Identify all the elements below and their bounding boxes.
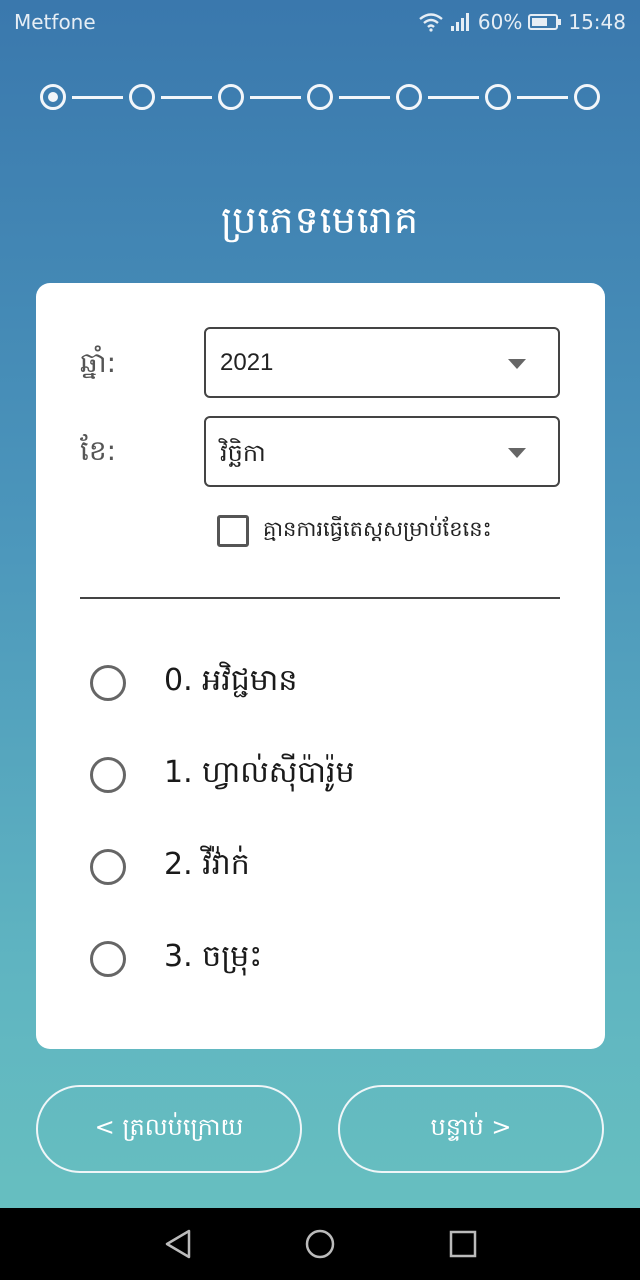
wifi-icon xyxy=(418,12,444,32)
status-bar: Metfone 60% 15:48 xyxy=(0,0,640,46)
year-label: ឆ្នាំ: xyxy=(80,346,117,379)
step-connector xyxy=(339,95,390,99)
option-label[interactable]: 2. វីវ៉ាក់ xyxy=(164,845,250,889)
option-mixed[interactable]: 3. ចម្រុះ xyxy=(90,937,262,981)
step-7-indicator xyxy=(574,84,600,110)
step-1-indicator xyxy=(40,84,66,110)
dropdown-arrow-icon xyxy=(508,359,526,369)
option-falciparum[interactable]: 1. ហ្វាល់ស៊ីប៉ារ៉ូម xyxy=(90,753,355,797)
page-title: ប្រភេទមេរោគ xyxy=(220,198,420,242)
form-card: ឆ្នាំ: 2021 ខែ: វិច្ឆិកា គ្មានការធ្វើតេស… xyxy=(36,283,605,1049)
step-4-indicator xyxy=(307,84,333,110)
home-circle-icon[interactable] xyxy=(304,1228,336,1264)
dropdown-arrow-icon xyxy=(508,448,526,458)
month-label: ខែ: xyxy=(80,434,117,467)
step-2-indicator xyxy=(129,84,155,110)
progress-stepper xyxy=(40,84,600,110)
no-test-checkbox[interactable] xyxy=(217,515,249,547)
no-test-checkbox-row[interactable]: គ្មានការធ្វើតេស្តសម្រាប់ខែនេះ xyxy=(217,515,492,547)
radio-button-icon[interactable] xyxy=(90,849,126,885)
option-label[interactable]: 3. ចម្រុះ xyxy=(164,937,262,981)
radio-button-icon[interactable] xyxy=(90,665,126,701)
option-label[interactable]: 1. ហ្វាល់ស៊ីប៉ារ៉ូម xyxy=(164,753,355,797)
divider xyxy=(80,597,560,599)
step-3-indicator xyxy=(218,84,244,110)
clock: 15:48 xyxy=(568,10,626,34)
year-select-value: 2021 xyxy=(220,349,274,376)
signal-icon xyxy=(450,12,472,32)
recents-square-icon[interactable] xyxy=(448,1228,478,1264)
step-6-indicator xyxy=(485,84,511,110)
back-triangle-icon[interactable] xyxy=(163,1228,193,1264)
battery-percent: 60% xyxy=(477,10,523,34)
month-select[interactable]: វិច្ឆិកា xyxy=(204,416,560,487)
android-nav-bar xyxy=(0,1208,640,1280)
no-test-checkbox-label[interactable]: គ្មានការធ្វើតេស្តសម្រាប់ខែនេះ xyxy=(263,516,492,547)
radio-button-icon[interactable] xyxy=(90,941,126,977)
next-button[interactable]: បន្ទាប់ > xyxy=(338,1085,604,1173)
step-connector xyxy=(161,95,212,99)
radio-button-icon[interactable] xyxy=(90,757,126,793)
status-icons: 60% 15:48 xyxy=(418,10,626,34)
back-button[interactable]: < ត្រលប់ក្រោយ xyxy=(36,1085,302,1173)
carrier-name: Metfone xyxy=(14,10,96,34)
option-negative[interactable]: 0. អវិជ្ជមាន xyxy=(90,661,297,705)
step-connector xyxy=(428,95,479,99)
step-5-indicator xyxy=(396,84,422,110)
year-select[interactable]: 2021 xyxy=(204,327,560,398)
option-vivax[interactable]: 2. វីវ៉ាក់ xyxy=(90,845,250,889)
step-connector xyxy=(72,95,123,99)
step-connector xyxy=(250,95,301,99)
step-connector xyxy=(517,95,568,99)
option-label[interactable]: 0. អវិជ្ជមាន xyxy=(164,661,297,705)
month-select-value: វិច្ឆិកា xyxy=(220,440,266,467)
battery-icon xyxy=(528,13,562,31)
